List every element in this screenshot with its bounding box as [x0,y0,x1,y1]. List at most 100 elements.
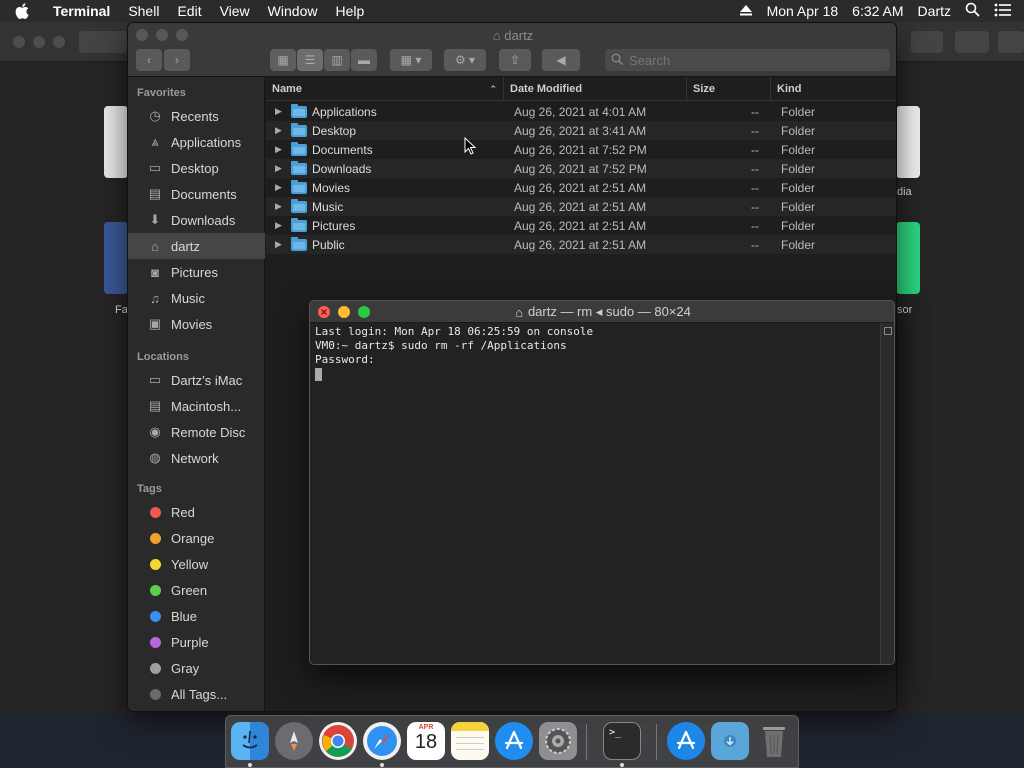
trash-icon[interactable] [755,722,793,760]
home-folder-icon: ⌂ [515,304,523,320]
favorite-tile-left-top[interactable] [104,106,128,178]
bg-close-button[interactable] [13,36,25,48]
spotlight-search-icon[interactable] [965,2,980,20]
sidebar-item-documents[interactable]: ▤ Documents [128,181,265,207]
sidebar-item-label: Desktop [171,160,219,176]
system-preferences-icon[interactable] [539,722,577,760]
apple-menu-icon[interactable] [0,3,44,19]
column-header-kind[interactable]: Kind [770,77,896,101]
sidebar-tag-yellow[interactable]: Yellow [128,551,265,577]
sidebar-tag-purple[interactable]: Purple [128,629,265,655]
sidebar-tag-gray[interactable]: Gray [128,655,265,681]
menu-app-name[interactable]: Terminal [44,3,119,19]
file-size: -- [751,161,759,176]
sidebar-item-downloads[interactable]: ⬇ Downloads [128,207,265,233]
sidebar-tag-all-tags[interactable]: All Tags... [128,681,265,707]
group-by-button[interactable]: ▦ ▾ [390,49,432,71]
share-icon: ⇧ [509,53,521,67]
sidebar-item-music[interactable]: ♫ Music [128,285,265,311]
terminal-output[interactable]: Last login: Mon Apr 18 06:25:59 on conso… [310,323,880,664]
chrome-icon[interactable] [319,722,357,760]
menu-window[interactable]: Window [259,3,327,19]
eject-icon[interactable] [739,3,753,19]
sidebar-item-imac[interactable]: ▭ Dartz’s iMac [128,367,265,393]
table-row[interactable]: ▶ Movies Aug 26, 2021 at 2:51 AM -- Fold… [266,178,896,197]
scrollbar-thumb[interactable] [884,327,892,335]
table-row[interactable]: ▶ Documents Aug 26, 2021 at 7:52 PM -- F… [266,140,896,159]
disclosure-triangle-icon[interactable]: ▶ [275,235,282,254]
disclosure-triangle-icon[interactable]: ▶ [275,178,282,197]
terminal-titlebar[interactable]: ⌂ dartz — rm ◂ sudo — 80×24 [310,301,894,323]
launchpad-icon[interactable] [275,722,313,760]
action-button[interactable]: ⚙ ▾ [444,49,486,71]
menu-shell[interactable]: Shell [119,3,168,19]
downloads-folder-icon[interactable] [711,722,749,760]
sidebar-item-dartz[interactable]: ⌂ dartz [128,233,265,259]
favorite-tile-right-bottom[interactable] [896,222,920,294]
terminal-icon[interactable]: >_ [603,722,641,760]
disclosure-triangle-icon[interactable]: ▶ [275,197,282,216]
sidebar-tag-green[interactable]: Green [128,577,265,603]
calendar-icon[interactable]: APR 18 [407,722,445,760]
menubar-time[interactable]: 6:32 AM [852,3,903,19]
disclosure-triangle-icon[interactable]: ▶ [275,102,282,121]
table-row[interactable]: ▶ Applications Aug 26, 2021 at 4:01 AM -… [266,102,896,121]
column-header-name[interactable]: Name ⌃ [266,77,503,101]
menu-edit[interactable]: Edit [168,3,210,19]
bg-share-button[interactable] [911,31,943,53]
favorite-tile-right-top[interactable] [896,106,920,178]
sidebar-item-macintosh-hd[interactable]: ▤ Macintosh... [128,393,265,419]
sidebar-item-network[interactable]: ◍ Network [128,445,265,471]
sidebar-tag-red[interactable]: Red [128,499,265,525]
column-view-button[interactable]: ▥ [324,49,350,71]
notification-center-icon[interactable] [994,3,1012,20]
icon-view-button[interactable]: ▦ [270,49,296,71]
file-name: Applications [312,104,377,119]
sidebar-tag-orange[interactable]: Orange [128,525,265,551]
disclosure-triangle-icon[interactable]: ▶ [275,216,282,235]
table-row[interactable]: ▶ Public Aug 26, 2021 at 2:51 AM -- Fold… [266,235,896,254]
sidebar-item-movies[interactable]: ▣ Movies [128,311,265,337]
sidebar-item-label: Movies [171,316,213,332]
terminal-scrollbar[interactable] [880,323,894,664]
bg-zoom-button[interactable] [53,36,65,48]
notes-icon[interactable] [451,722,489,760]
edit-tags-button[interactable]: ◀ [542,49,580,71]
blue-tag-icon [145,610,165,622]
menubar-date[interactable]: Mon Apr 18 [767,3,839,19]
safari-icon[interactable] [363,722,401,760]
sidebar-item-applications[interactable]: ⩓ Applications [128,129,265,155]
disclosure-triangle-icon[interactable]: ▶ [275,140,282,159]
menu-help[interactable]: Help [326,3,373,19]
list-view-button[interactable]: ☰ [297,49,323,71]
bg-tabs-button[interactable] [955,31,989,53]
back-button[interactable]: ‹ [136,49,162,71]
column-header-size[interactable]: Size [686,77,770,101]
applications-folder-icon[interactable] [667,722,705,760]
sidebar-item-remote-disc[interactable]: ◉ Remote Disc [128,419,265,445]
disclosure-triangle-icon[interactable]: ▶ [275,159,282,178]
table-row[interactable]: ▶ Pictures Aug 26, 2021 at 2:51 AM -- Fo… [266,216,896,235]
menubar-user[interactable]: Dartz [918,3,951,19]
bg-new-tab-button[interactable] [998,31,1024,53]
column-header-date[interactable]: Date Modified [503,77,686,101]
bg-back-forward-buttons[interactable] [79,31,127,53]
favorite-tile-left-bottom[interactable] [104,222,128,294]
sidebar-item-pictures[interactable]: ◙ Pictures [128,259,265,285]
table-row[interactable]: ▶ Desktop Aug 26, 2021 at 3:41 AM -- Fol… [266,121,896,140]
table-row[interactable]: ▶ Music Aug 26, 2021 at 2:51 AM -- Folde… [266,197,896,216]
app-store-icon[interactable] [495,722,533,760]
table-row[interactable]: ▶ Downloads Aug 26, 2021 at 7:52 PM -- F… [266,159,896,178]
gallery-view-button[interactable]: ▬ [351,49,377,71]
sidebar-tag-blue[interactable]: Blue [128,603,265,629]
search-field[interactable] [605,49,890,71]
finder-icon[interactable] [231,722,269,760]
search-input[interactable] [629,52,879,68]
bg-minimize-button[interactable] [33,36,45,48]
disclosure-triangle-icon[interactable]: ▶ [275,121,282,140]
share-button[interactable]: ⇧ [499,49,531,71]
sidebar-item-desktop[interactable]: ▭ Desktop [128,155,265,181]
menu-view[interactable]: View [211,3,259,19]
sidebar-item-recents[interactable]: ◷ Recents [128,103,265,129]
forward-button[interactable]: › [164,49,190,71]
